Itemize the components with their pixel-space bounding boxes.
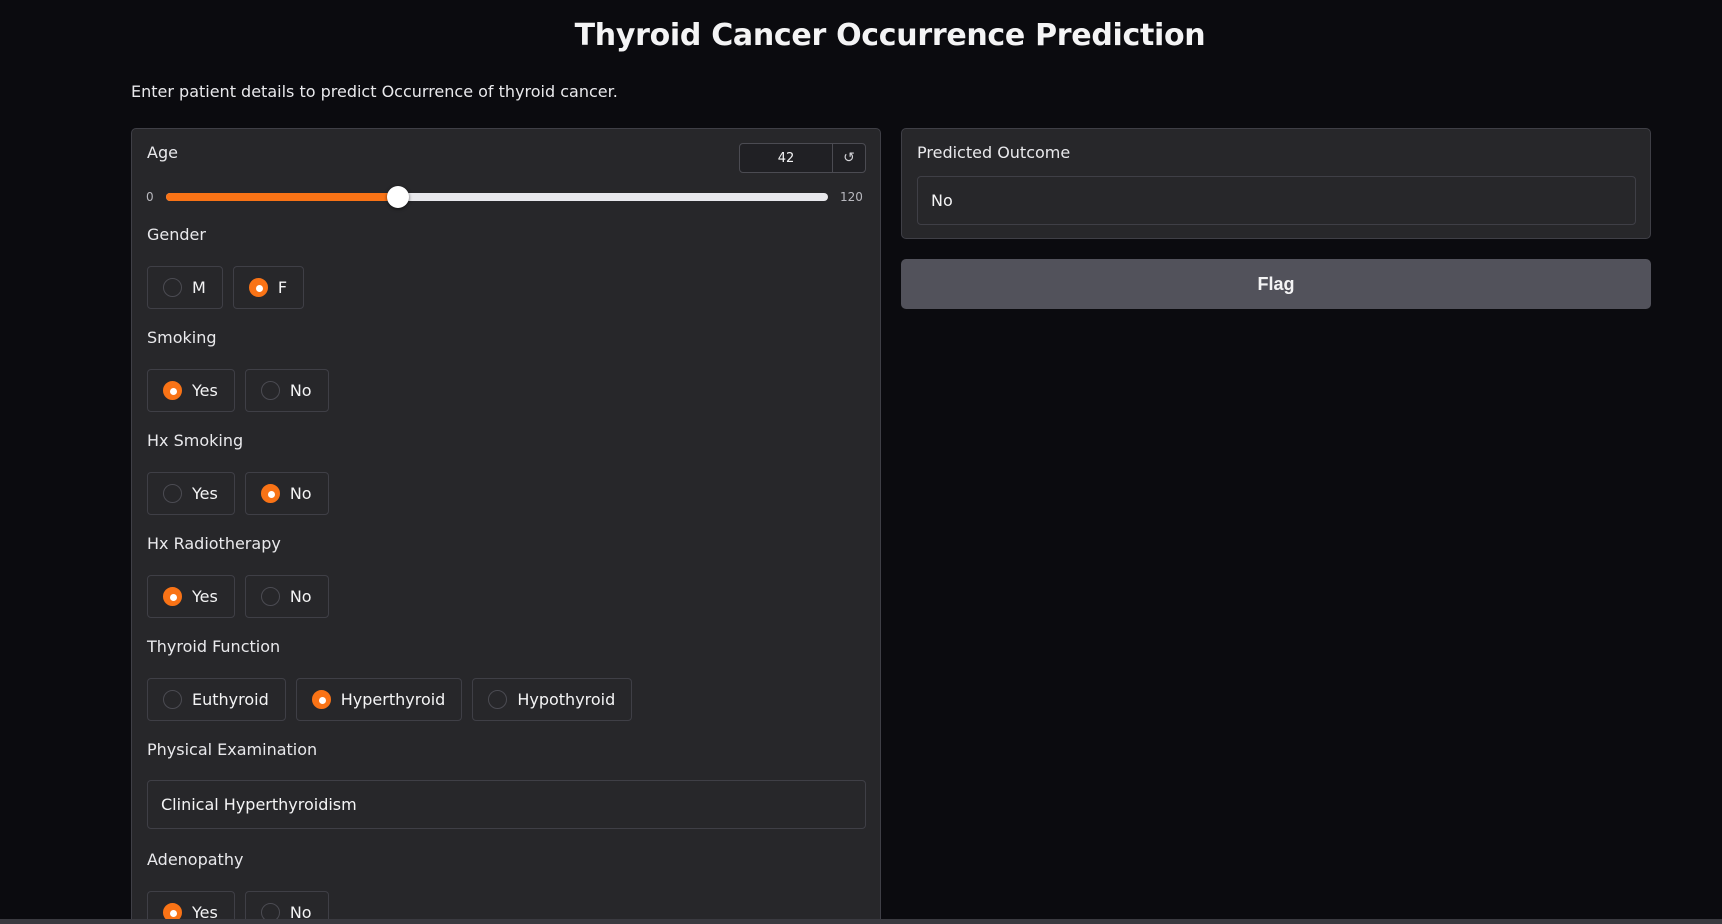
hx-smoking-label: Hx Smoking <box>147 431 244 450</box>
gender-radio-group: MF <box>147 266 305 309</box>
radio-icon[interactable] <box>163 484 182 503</box>
age-slider-fill <box>166 193 398 201</box>
predicted-outcome-label: Predicted Outcome <box>917 143 1071 162</box>
age-slider[interactable] <box>166 186 828 208</box>
radio-option-label: No <box>289 587 312 606</box>
hx-smoking-option-no[interactable]: No <box>244 472 329 515</box>
page-title: Thyroid Cancer Occurrence Prediction <box>574 18 1206 53</box>
hx-radiotherapy-option-yes[interactable]: Yes <box>147 575 235 618</box>
age-number-value[interactable]: 42 <box>740 144 833 172</box>
page-subtitle: Enter patient details to predict Occurre… <box>131 82 618 101</box>
radio-icon[interactable] <box>163 690 182 709</box>
physical-examination-dropdown[interactable]: Clinical Hyperthyroidism <box>147 780 866 829</box>
radio-option-label: F <box>277 278 288 297</box>
gender-option-m[interactable]: M <box>147 266 223 309</box>
age-range-min: 0 <box>146 190 154 204</box>
radio-icon[interactable] <box>248 278 268 297</box>
radio-icon[interactable] <box>163 381 182 400</box>
radio-option-label: No <box>289 381 312 400</box>
radio-option-label: Yes <box>192 484 218 503</box>
radio-option-label: Euthyroid <box>192 690 269 709</box>
age-range-max: 120 <box>840 190 863 204</box>
thyroid-function-option-hyperthyroid[interactable]: Hyperthyroid <box>295 678 463 721</box>
radio-icon[interactable] <box>260 587 280 606</box>
thyroid-function-label: Thyroid Function <box>147 637 281 656</box>
smoking-radio-group: Yes No <box>147 369 329 412</box>
radio-icon[interactable] <box>163 278 182 297</box>
hx-smoking-radio-group: Yes No <box>147 472 329 515</box>
age-label: Age <box>147 143 178 162</box>
output-panel: Predicted Outcome No <box>901 128 1651 239</box>
radio-icon[interactable] <box>260 484 280 503</box>
radio-icon[interactable] <box>163 587 182 606</box>
radio-option-label: Yes <box>192 587 218 606</box>
hx-radiotherapy-label: Hx Radiotherapy <box>147 534 281 553</box>
page-scroll-edge <box>0 919 1722 924</box>
flag-button[interactable]: Flag <box>901 259 1651 309</box>
age-number-input[interactable]: 42 ↺ <box>739 143 866 173</box>
predicted-outcome-value: No <box>917 176 1636 225</box>
radio-icon[interactable] <box>260 381 280 400</box>
radio-option-label: Yes <box>192 381 218 400</box>
thyroid-function-option-euthyroid[interactable]: Euthyroid <box>147 678 286 721</box>
radio-option-label: Hypothyroid <box>517 690 616 709</box>
adenopathy-label: Adenopathy <box>147 850 244 869</box>
smoking-option-no[interactable]: No <box>244 369 329 412</box>
smoking-label: Smoking <box>147 328 217 347</box>
physical-examination-label: Physical Examination <box>147 740 318 759</box>
radio-option-label: No <box>289 484 312 503</box>
gender-label: Gender <box>147 225 206 244</box>
age-slider-thumb[interactable] <box>386 186 409 208</box>
thyroid-function-option-hypothyroid[interactable]: Hypothyroid <box>472 678 633 721</box>
app-page: Thyroid Cancer Occurrence Prediction Ent… <box>0 0 1722 924</box>
smoking-option-yes[interactable]: Yes <box>147 369 235 412</box>
input-panel: Age 42 ↺ 0 120 Gender MF Smoking Yes No H… <box>131 128 881 924</box>
hx-radiotherapy-radio-group: Yes No <box>147 575 329 618</box>
hx-radiotherapy-option-no[interactable]: No <box>244 575 329 618</box>
gender-option-f[interactable]: F <box>232 266 305 309</box>
radio-option-label: M <box>192 278 206 297</box>
radio-icon[interactable] <box>488 690 508 709</box>
hx-smoking-option-yes[interactable]: Yes <box>147 472 235 515</box>
reset-icon[interactable]: ↺ <box>833 144 865 172</box>
thyroid-function-radio-group: Euthyroid Hyperthyroid Hypothyroid <box>147 678 633 721</box>
radio-icon[interactable] <box>311 690 331 709</box>
radio-option-label: Hyperthyroid <box>340 690 446 709</box>
